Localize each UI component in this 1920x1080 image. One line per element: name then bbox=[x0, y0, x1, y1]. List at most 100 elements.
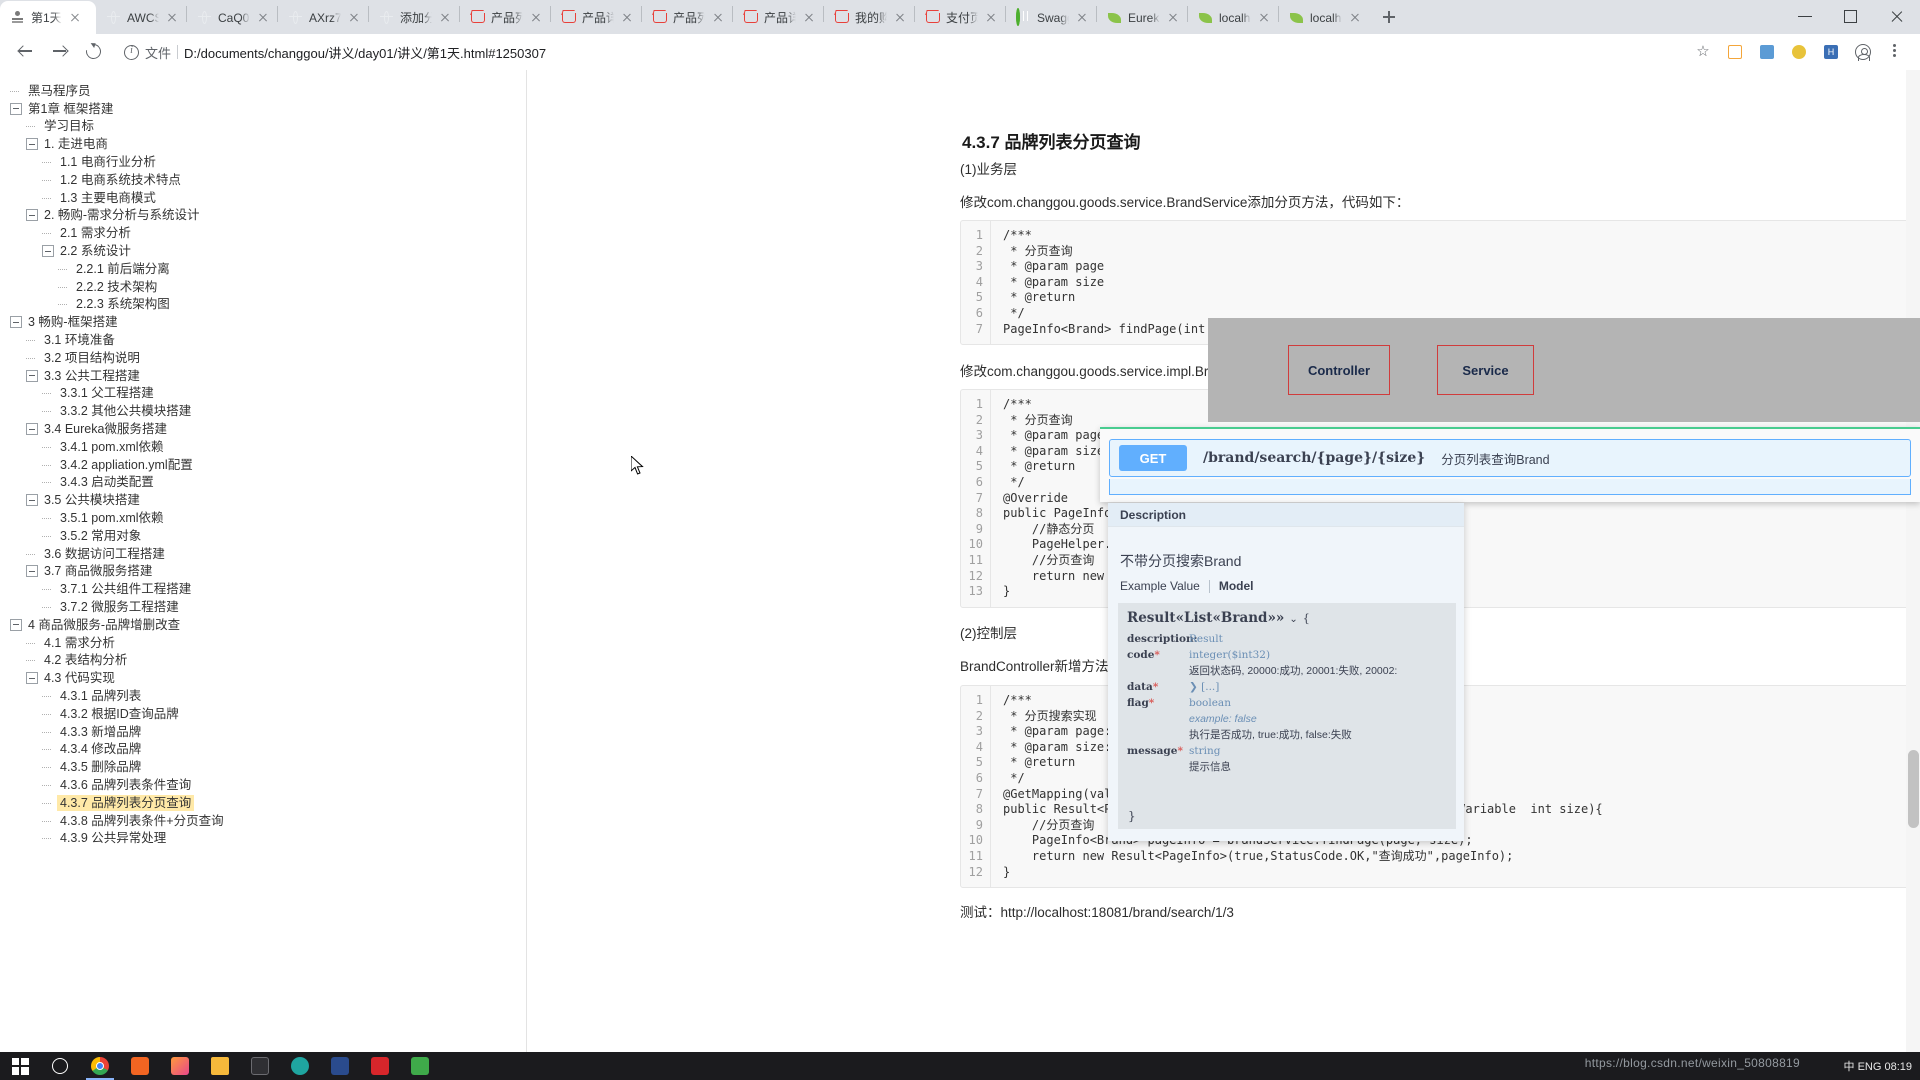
close-icon[interactable] bbox=[710, 10, 726, 26]
tree-item-label[interactable]: 3.7.2 微服务工程搭建 bbox=[57, 599, 182, 615]
collapse-toggle-icon[interactable] bbox=[26, 423, 38, 436]
extension-blue-icon[interactable] bbox=[1752, 37, 1782, 67]
tree-item-label[interactable]: 3.4.3 启动类配置 bbox=[57, 474, 157, 490]
tree-item-label[interactable]: 2. 畅购-需求分析与系统设计 bbox=[41, 207, 203, 223]
collapse-toggle-icon[interactable] bbox=[26, 672, 38, 685]
tree-item-25[interactable]: 3.5.2 常用对象 bbox=[10, 527, 526, 545]
tree-item-label[interactable]: 4.3.6 品牌列表条件查询 bbox=[57, 777, 194, 793]
tree-item-3[interactable]: 1. 走进电商 bbox=[10, 135, 526, 153]
tree-item-0[interactable]: 黑马程序员 bbox=[10, 82, 526, 100]
browser-tab-6[interactable]: 产品详情 bbox=[551, 1, 641, 34]
close-icon[interactable] bbox=[1256, 10, 1272, 26]
tree-item-label[interactable]: 4.3.5 删除品牌 bbox=[57, 759, 144, 775]
close-icon[interactable] bbox=[437, 10, 453, 26]
tree-item-label[interactable]: 3.3.1 父工程搭建 bbox=[57, 385, 157, 401]
close-icon[interactable] bbox=[346, 10, 362, 26]
tree-item-label[interactable]: 1.3 主要电商模式 bbox=[57, 190, 159, 206]
tree-item-2[interactable]: 学习目标 bbox=[10, 118, 526, 136]
close-icon[interactable] bbox=[255, 10, 271, 26]
forward-button[interactable] bbox=[44, 36, 76, 68]
tree-item-label[interactable]: 第1章 框架搭建 bbox=[25, 101, 116, 117]
tree-item-label[interactable]: 3.5.1 pom.xml依赖 bbox=[57, 510, 167, 526]
new-tab-button[interactable] bbox=[1375, 3, 1403, 31]
tree-item-1[interactable]: 第1章 框架搭建 bbox=[10, 100, 526, 118]
tree-item-31[interactable]: 4.1 需求分析 bbox=[10, 634, 526, 652]
taskbar-app-green[interactable] bbox=[400, 1052, 440, 1080]
start-button[interactable] bbox=[0, 1052, 40, 1080]
tree-item-14[interactable]: 3.1 环境准备 bbox=[10, 331, 526, 349]
tree-item-label[interactable]: 3.7 商品微服务搭建 bbox=[41, 563, 155, 579]
tree-item-label[interactable]: 3 畅购-框架搭建 bbox=[25, 314, 121, 330]
close-icon[interactable] bbox=[892, 10, 908, 26]
browser-tab-13[interactable]: localhos bbox=[1188, 1, 1278, 34]
tab-example-value[interactable]: Example Value bbox=[1120, 579, 1200, 593]
tree-item-label[interactable]: 4.3.9 公共异常处理 bbox=[57, 830, 169, 846]
tree-item-32[interactable]: 4.2 表结构分析 bbox=[10, 652, 526, 670]
tree-item-label[interactable]: 1.1 电商行业分析 bbox=[57, 154, 159, 170]
tree-item-29[interactable]: 3.7.2 微服务工程搭建 bbox=[10, 598, 526, 616]
close-button[interactable] bbox=[1874, 0, 1920, 32]
tree-item-22[interactable]: 3.4.3 启动类配置 bbox=[10, 474, 526, 492]
tree-item-16[interactable]: 3.3 公共工程搭建 bbox=[10, 367, 526, 385]
collapse-toggle-icon[interactable] bbox=[26, 209, 38, 222]
tree-item-36[interactable]: 4.3.3 新增品牌 bbox=[10, 723, 526, 741]
close-icon[interactable] bbox=[1347, 10, 1363, 26]
tab-model[interactable]: Model bbox=[1219, 579, 1254, 593]
minimize-button[interactable] bbox=[1782, 0, 1828, 32]
tree-item-4[interactable]: 1.1 电商行业分析 bbox=[10, 153, 526, 171]
tree-item-label[interactable]: 3.4.2 appliation.yml配置 bbox=[57, 457, 196, 473]
tree-item-label[interactable]: 4.3 代码实现 bbox=[41, 670, 118, 686]
tree-item-15[interactable]: 3.2 项目结构说明 bbox=[10, 349, 526, 367]
collapse-toggle-icon[interactable] bbox=[26, 138, 38, 151]
tree-item-28[interactable]: 3.7.1 公共组件工程搭建 bbox=[10, 580, 526, 598]
bookmark-star-icon[interactable]: ☆ bbox=[1688, 37, 1718, 67]
tree-item-38[interactable]: 4.3.5 删除品牌 bbox=[10, 758, 526, 776]
browser-tab-11[interactable]: Swagger bbox=[1006, 1, 1096, 34]
close-icon[interactable] bbox=[1074, 10, 1090, 26]
close-icon[interactable] bbox=[1165, 10, 1181, 26]
search-button[interactable] bbox=[40, 1052, 80, 1080]
browser-tab-4[interactable]: 添加分类 bbox=[369, 1, 459, 34]
tree-item-label[interactable]: 4.3.7 品牌列表分页查询 bbox=[57, 794, 195, 811]
maximize-button[interactable] bbox=[1828, 0, 1874, 32]
browser-tab-5[interactable]: 产品列表 bbox=[460, 1, 550, 34]
browser-tab-3[interactable]: AXrz7+a bbox=[278, 1, 368, 34]
tree-item-label[interactable]: 4.3.1 品牌列表 bbox=[57, 688, 144, 704]
browser-tab-7[interactable]: 产品列表 bbox=[642, 1, 732, 34]
browser-tab-2[interactable]: CaQ0rq3 bbox=[187, 1, 277, 34]
scrollbar-thumb[interactable] bbox=[1908, 750, 1919, 828]
chevron-down-icon[interactable]: ⌄ bbox=[1289, 614, 1297, 625]
address-bar[interactable]: 文件 D:/documents/changgou/讲义/day01/讲义/第1天… bbox=[112, 38, 1686, 66]
tree-item-label[interactable]: 4.3.8 品牌列表条件+分页查询 bbox=[57, 813, 227, 829]
collapse-toggle-icon[interactable] bbox=[10, 316, 22, 329]
collapse-toggle-icon[interactable] bbox=[42, 245, 54, 258]
tree-item-label[interactable]: 2.2.2 技术架构 bbox=[73, 279, 160, 295]
tree-item-12[interactable]: 2.2.3 系统架构图 bbox=[10, 296, 526, 314]
taskbar-app-photos[interactable] bbox=[160, 1052, 200, 1080]
browser-tab-12[interactable]: Eureka bbox=[1097, 1, 1187, 34]
tree-item-40[interactable]: 4.3.7 品牌列表分页查询 bbox=[10, 794, 526, 812]
tree-item-23[interactable]: 3.5 公共模块搭建 bbox=[10, 491, 526, 509]
tree-item-30[interactable]: 4 商品微服务-品牌增删改查 bbox=[10, 616, 526, 634]
swagger-operation-row[interactable]: GET /brand/search/{page}/{size} 分页列表查询Br… bbox=[1109, 439, 1911, 477]
reload-button[interactable] bbox=[78, 36, 110, 68]
tree-item-6[interactable]: 1.3 主要电商模式 bbox=[10, 189, 526, 207]
tree-item-label[interactable]: 3.6 数据访问工程搭建 bbox=[41, 546, 168, 562]
doc-navigation-tree[interactable]: 黑马程序员 第1章 框架搭建 学习目标 1. 走进电商 1.1 电商行业分析 1.2 电商… bbox=[0, 70, 526, 1052]
tree-item-label[interactable]: 4.1 需求分析 bbox=[41, 635, 118, 651]
tree-item-7[interactable]: 2. 畅购-需求分析与系统设计 bbox=[10, 207, 526, 225]
tree-item-35[interactable]: 4.3.2 根据ID查询品牌 bbox=[10, 705, 526, 723]
browser-tab-8[interactable]: 产品详情 bbox=[733, 1, 823, 34]
tree-item-label[interactable]: 学习目标 bbox=[41, 118, 97, 134]
tree-item-label[interactable]: 3.3 公共工程搭建 bbox=[41, 368, 143, 384]
tree-item-label[interactable]: 4.2 表结构分析 bbox=[41, 652, 130, 668]
taskbar-folder[interactable] bbox=[200, 1052, 240, 1080]
close-icon[interactable] bbox=[67, 10, 83, 26]
tree-item-34[interactable]: 4.3.1 品牌列表 bbox=[10, 687, 526, 705]
tree-item-33[interactable]: 4.3 代码实现 bbox=[10, 669, 526, 687]
tree-item-label[interactable]: 4 商品微服务-品牌增删改查 bbox=[25, 617, 183, 633]
close-icon[interactable] bbox=[528, 10, 544, 26]
extension-yellow-icon[interactable] bbox=[1784, 37, 1814, 67]
tree-item-19[interactable]: 3.4 Eureka微服务搭建 bbox=[10, 420, 526, 438]
tree-item-label[interactable]: 4.3.4 修改品牌 bbox=[57, 741, 144, 757]
